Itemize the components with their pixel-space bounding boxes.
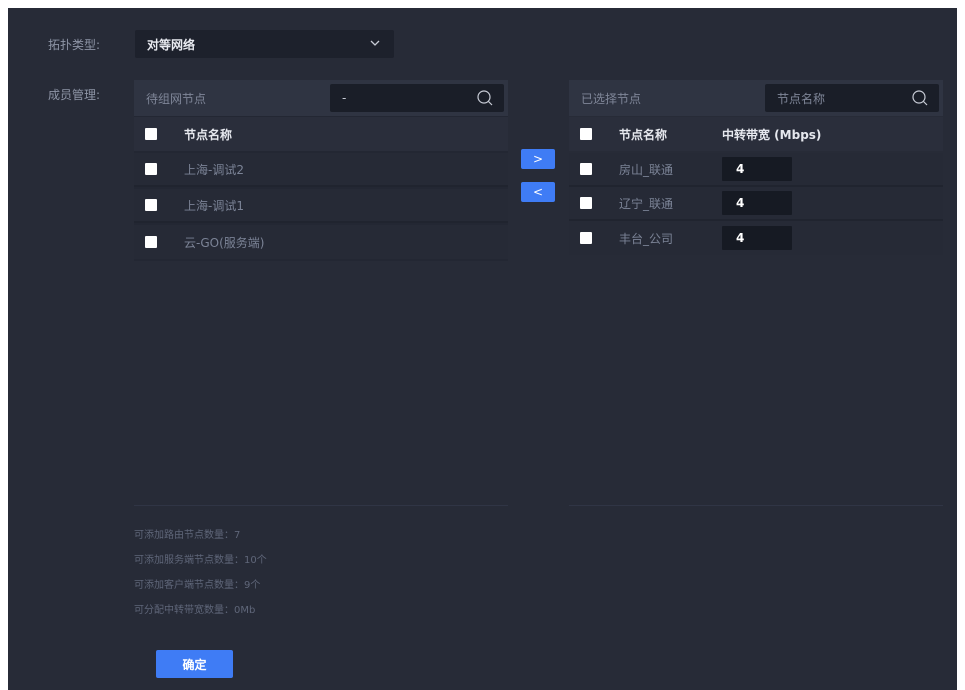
table-row[interactable]: 云-GO(服务端) <box>134 225 508 259</box>
node-name: 丰台_公司 <box>619 231 674 246</box>
table-row[interactable]: 丰台_公司 4 <box>569 221 943 255</box>
bandwidth-input[interactable]: 4 <box>722 226 792 250</box>
select-all-checkbox[interactable] <box>580 128 592 140</box>
stat-route-nodes: 可添加路由节点数量：7 <box>134 530 241 541</box>
search-icon[interactable] <box>476 89 494 107</box>
table-row[interactable]: 辽宁_联通 4 <box>569 187 943 221</box>
search-icon[interactable] <box>911 89 929 107</box>
column-bandwidth: 中转带宽 (Mbps) <box>722 127 822 142</box>
move-left-button[interactable]: < <box>521 182 555 202</box>
left-divider <box>134 505 508 506</box>
right-divider <box>569 505 943 506</box>
stat-bandwidth: 可分配中转带宽数量：0Mb <box>134 605 256 616</box>
row-checkbox[interactable] <box>580 163 592 175</box>
column-node-name: 节点名称 <box>184 127 233 142</box>
node-name: 上海-调试2 <box>184 162 244 177</box>
pending-table-header: 节点名称 <box>134 117 508 151</box>
pending-search-input[interactable]: - <box>330 84 504 112</box>
row-checkbox[interactable] <box>145 199 157 211</box>
selected-search-input[interactable]: 节点名称 <box>765 84 939 112</box>
member-label: 成员管理: <box>48 88 101 102</box>
bandwidth-input[interactable]: 4 <box>722 157 792 181</box>
node-name: 房山_联通 <box>619 162 674 177</box>
selected-nodes-box: 已选择节点 节点名称 节点名称 中转带宽 (Mbps) 房山_联通 4 辽宁_联… <box>569 80 943 255</box>
pending-search-value: - <box>342 91 347 105</box>
stat-server-nodes: 可添加服务端节点数量：10个 <box>134 555 267 566</box>
select-all-checkbox[interactable] <box>145 128 157 140</box>
topology-select[interactable]: 对等网络 <box>135 30 394 58</box>
column-node-name: 节点名称 <box>619 127 668 142</box>
row-checkbox[interactable] <box>580 197 592 209</box>
confirm-button[interactable]: 确定 <box>156 650 233 678</box>
selected-search-placeholder: 节点名称 <box>777 91 826 106</box>
bandwidth-input[interactable]: 4 <box>722 191 792 215</box>
node-name: 上海-调试1 <box>184 198 244 213</box>
selected-nodes-title: 已选择节点 <box>581 91 642 106</box>
main-panel: 拓扑类型: 对等网络 成员管理: 待组网节点 - 节点名称 上海-调试2 上海-… <box>8 8 957 690</box>
table-row[interactable]: 上海-调试1 <box>134 189 508 223</box>
move-right-button[interactable]: > <box>521 149 555 169</box>
stat-client-nodes: 可添加客户端节点数量：9个 <box>134 580 261 591</box>
topology-label: 拓扑类型: <box>48 38 101 52</box>
row-checkbox[interactable] <box>145 236 157 248</box>
pending-nodes-box: 待组网节点 - 节点名称 上海-调试2 上海-调试1 云-GO(服务端) <box>134 80 508 261</box>
table-row[interactable]: 房山_联通 4 <box>569 153 943 187</box>
pending-nodes-title: 待组网节点 <box>146 91 207 106</box>
node-name: 云-GO(服务端) <box>184 235 265 250</box>
table-row[interactable]: 上海-调试2 <box>134 153 508 187</box>
node-name: 辽宁_联通 <box>619 196 674 211</box>
selected-table-header: 节点名称 中转带宽 (Mbps) <box>569 117 943 151</box>
row-checkbox[interactable] <box>580 232 592 244</box>
row-checkbox[interactable] <box>145 163 157 175</box>
topology-select-value: 对等网络 <box>147 37 196 52</box>
chevron-down-icon <box>370 40 380 46</box>
